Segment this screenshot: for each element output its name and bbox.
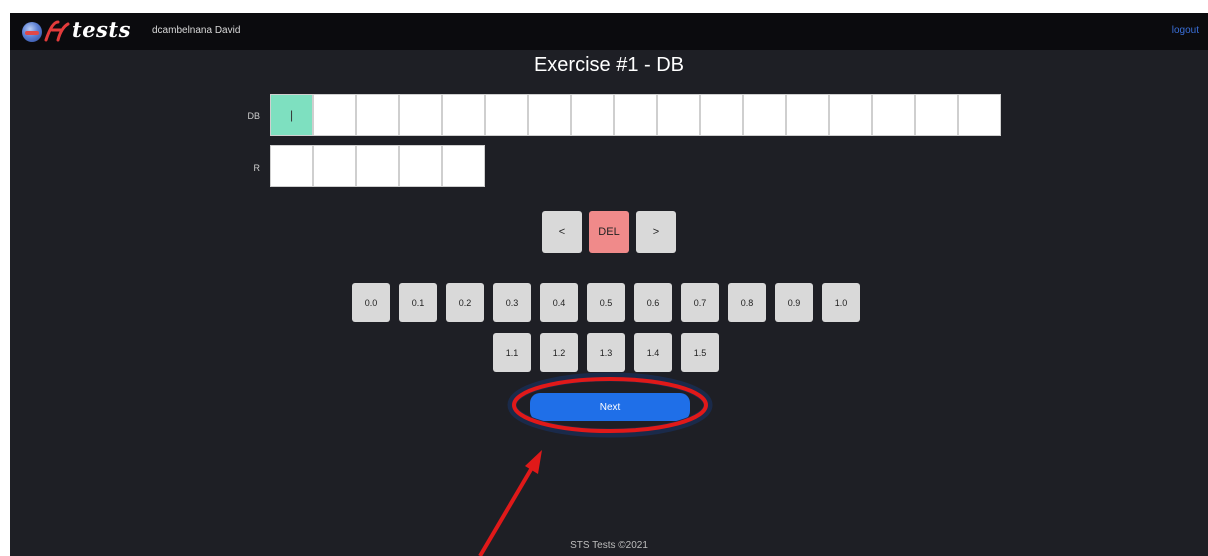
annotation-arrow-line [478, 464, 535, 556]
highlight-ellipse [512, 377, 708, 433]
annotation-overlay [478, 372, 713, 556]
annotation-arrowhead [525, 450, 542, 474]
